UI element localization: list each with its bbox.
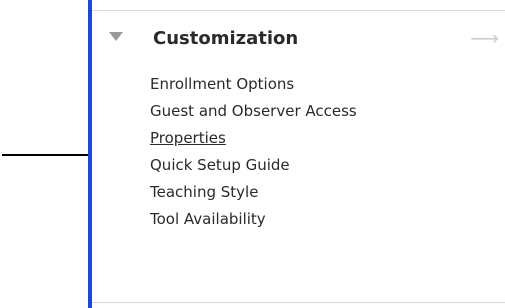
menu-item-tool-availability[interactable]: Tool Availability	[150, 206, 357, 233]
customization-section-header[interactable]: Customization ⟶	[92, 22, 505, 62]
customization-menu-list: Enrollment Options Guest and Observer Ac…	[150, 71, 357, 233]
menu-item-properties[interactable]: Properties	[150, 125, 357, 152]
menu-item-quick-setup-guide[interactable]: Quick Setup Guide	[150, 152, 357, 179]
customization-panel: Customization ⟶ Enrollment Options Guest…	[92, 0, 505, 308]
panel-top-divider	[92, 10, 505, 11]
menu-item-guest-observer-access[interactable]: Guest and Observer Access	[150, 98, 357, 125]
menu-item-teaching-style[interactable]: Teaching Style	[150, 179, 357, 206]
screenshot-stage: Customization ⟶ Enrollment Options Guest…	[0, 0, 505, 308]
section-title: Customization	[153, 28, 299, 49]
menu-item-enrollment-options[interactable]: Enrollment Options	[150, 71, 357, 98]
arrow-right-icon[interactable]: ⟶	[470, 28, 499, 48]
triangle-down-icon[interactable]	[109, 32, 123, 41]
panel-bottom-divider	[92, 302, 505, 303]
